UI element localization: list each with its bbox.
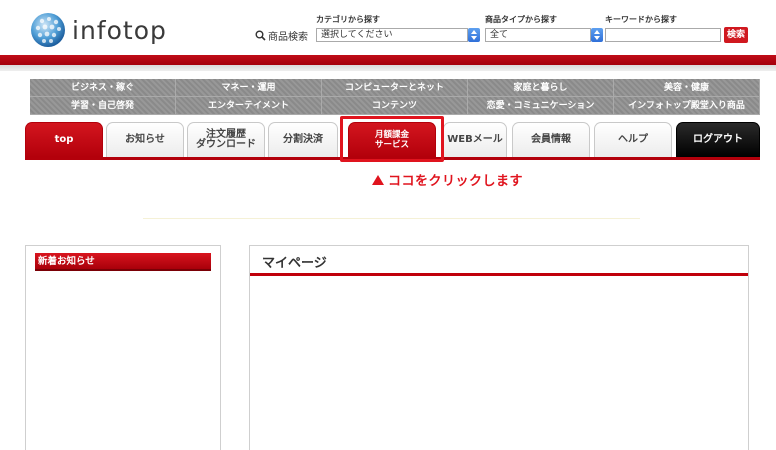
type-title: 商品タイプから探す [485, 15, 557, 24]
search-button[interactable]: 検索 [724, 27, 748, 43]
header-red-bar [0, 55, 776, 65]
tab-help[interactable]: ヘルプ [594, 122, 672, 157]
callout-note: ココをクリックします [372, 170, 523, 189]
highlight-box [340, 116, 444, 162]
callout-text: ココをクリックします [388, 174, 524, 189]
search-label-text: 商品検索 [268, 32, 308, 43]
category-business[interactable]: ビジネス・稼ぐ [30, 79, 176, 97]
category-learning[interactable]: 学習・自己啓発 [30, 97, 176, 115]
tab-order-history[interactable]: 注文履歴 ダウンロード [187, 122, 265, 157]
type-select-arrow-icon[interactable] [591, 28, 603, 42]
tab-news[interactable]: お知らせ [106, 122, 184, 157]
tab-webmail[interactable]: WEBメール [443, 122, 507, 157]
category-row-1: ビジネス・稼ぐ マネー・運用 コンピューターとネット 家庭と暮らし 美容・健康 [30, 79, 760, 97]
category-select[interactable]: 選択してください [316, 28, 468, 42]
logo-text: infotop [72, 15, 167, 45]
category-hall-of-fame[interactable]: インフォトップ殿堂入り商品 [614, 97, 760, 115]
product-search-label: 商品検索 [255, 28, 308, 43]
tab-top[interactable]: top [25, 122, 103, 157]
header: infotop 商品検索 カテゴリから探す 選択してください 商品タイプから探す… [0, 0, 776, 58]
tab-installment[interactable]: 分割決済 [268, 122, 338, 157]
mypage-panel: マイページ [249, 245, 749, 450]
category-title: カテゴリから探す [316, 15, 380, 24]
category-home-life[interactable]: 家庭と暮らし [468, 79, 614, 97]
mypage-title: マイページ [262, 256, 327, 271]
tab-member-info[interactable]: 会員情報 [512, 122, 590, 157]
news-panel-title: 新着お知らせ [35, 253, 211, 271]
keyword-input[interactable] [605, 28, 721, 42]
category-entertainment[interactable]: エンターテイメント [176, 97, 322, 115]
category-select-arrow-icon[interactable] [468, 28, 480, 42]
globe-logo-icon [31, 13, 65, 47]
category-computer-net[interactable]: コンピューターとネット [322, 79, 468, 97]
search-icon [255, 30, 266, 41]
category-money[interactable]: マネー・運用 [176, 79, 322, 97]
type-select[interactable]: 全て [485, 28, 591, 42]
divider-line [143, 218, 640, 219]
keyword-title: キーワードから探す [605, 15, 677, 24]
category-love-communication[interactable]: 恋愛・コミュニケーション [468, 97, 614, 115]
triangle-up-icon [372, 175, 384, 185]
category-nav: ビジネス・稼ぐ マネー・運用 コンピューターとネット 家庭と暮らし 美容・健康 … [30, 79, 760, 115]
tab-logout[interactable]: ログアウト [676, 122, 760, 157]
news-panel: 新着お知らせ [25, 245, 221, 450]
mypage-title-underline [250, 273, 748, 276]
category-beauty-health[interactable]: 美容・健康 [614, 79, 760, 97]
category-contents[interactable]: コンテンツ [322, 97, 468, 115]
logo[interactable]: infotop [30, 12, 167, 48]
header-shadow-strip [0, 65, 776, 71]
category-row-2: 学習・自己啓発 エンターテイメント コンテンツ 恋愛・コミュニケーション インフ… [30, 97, 760, 115]
